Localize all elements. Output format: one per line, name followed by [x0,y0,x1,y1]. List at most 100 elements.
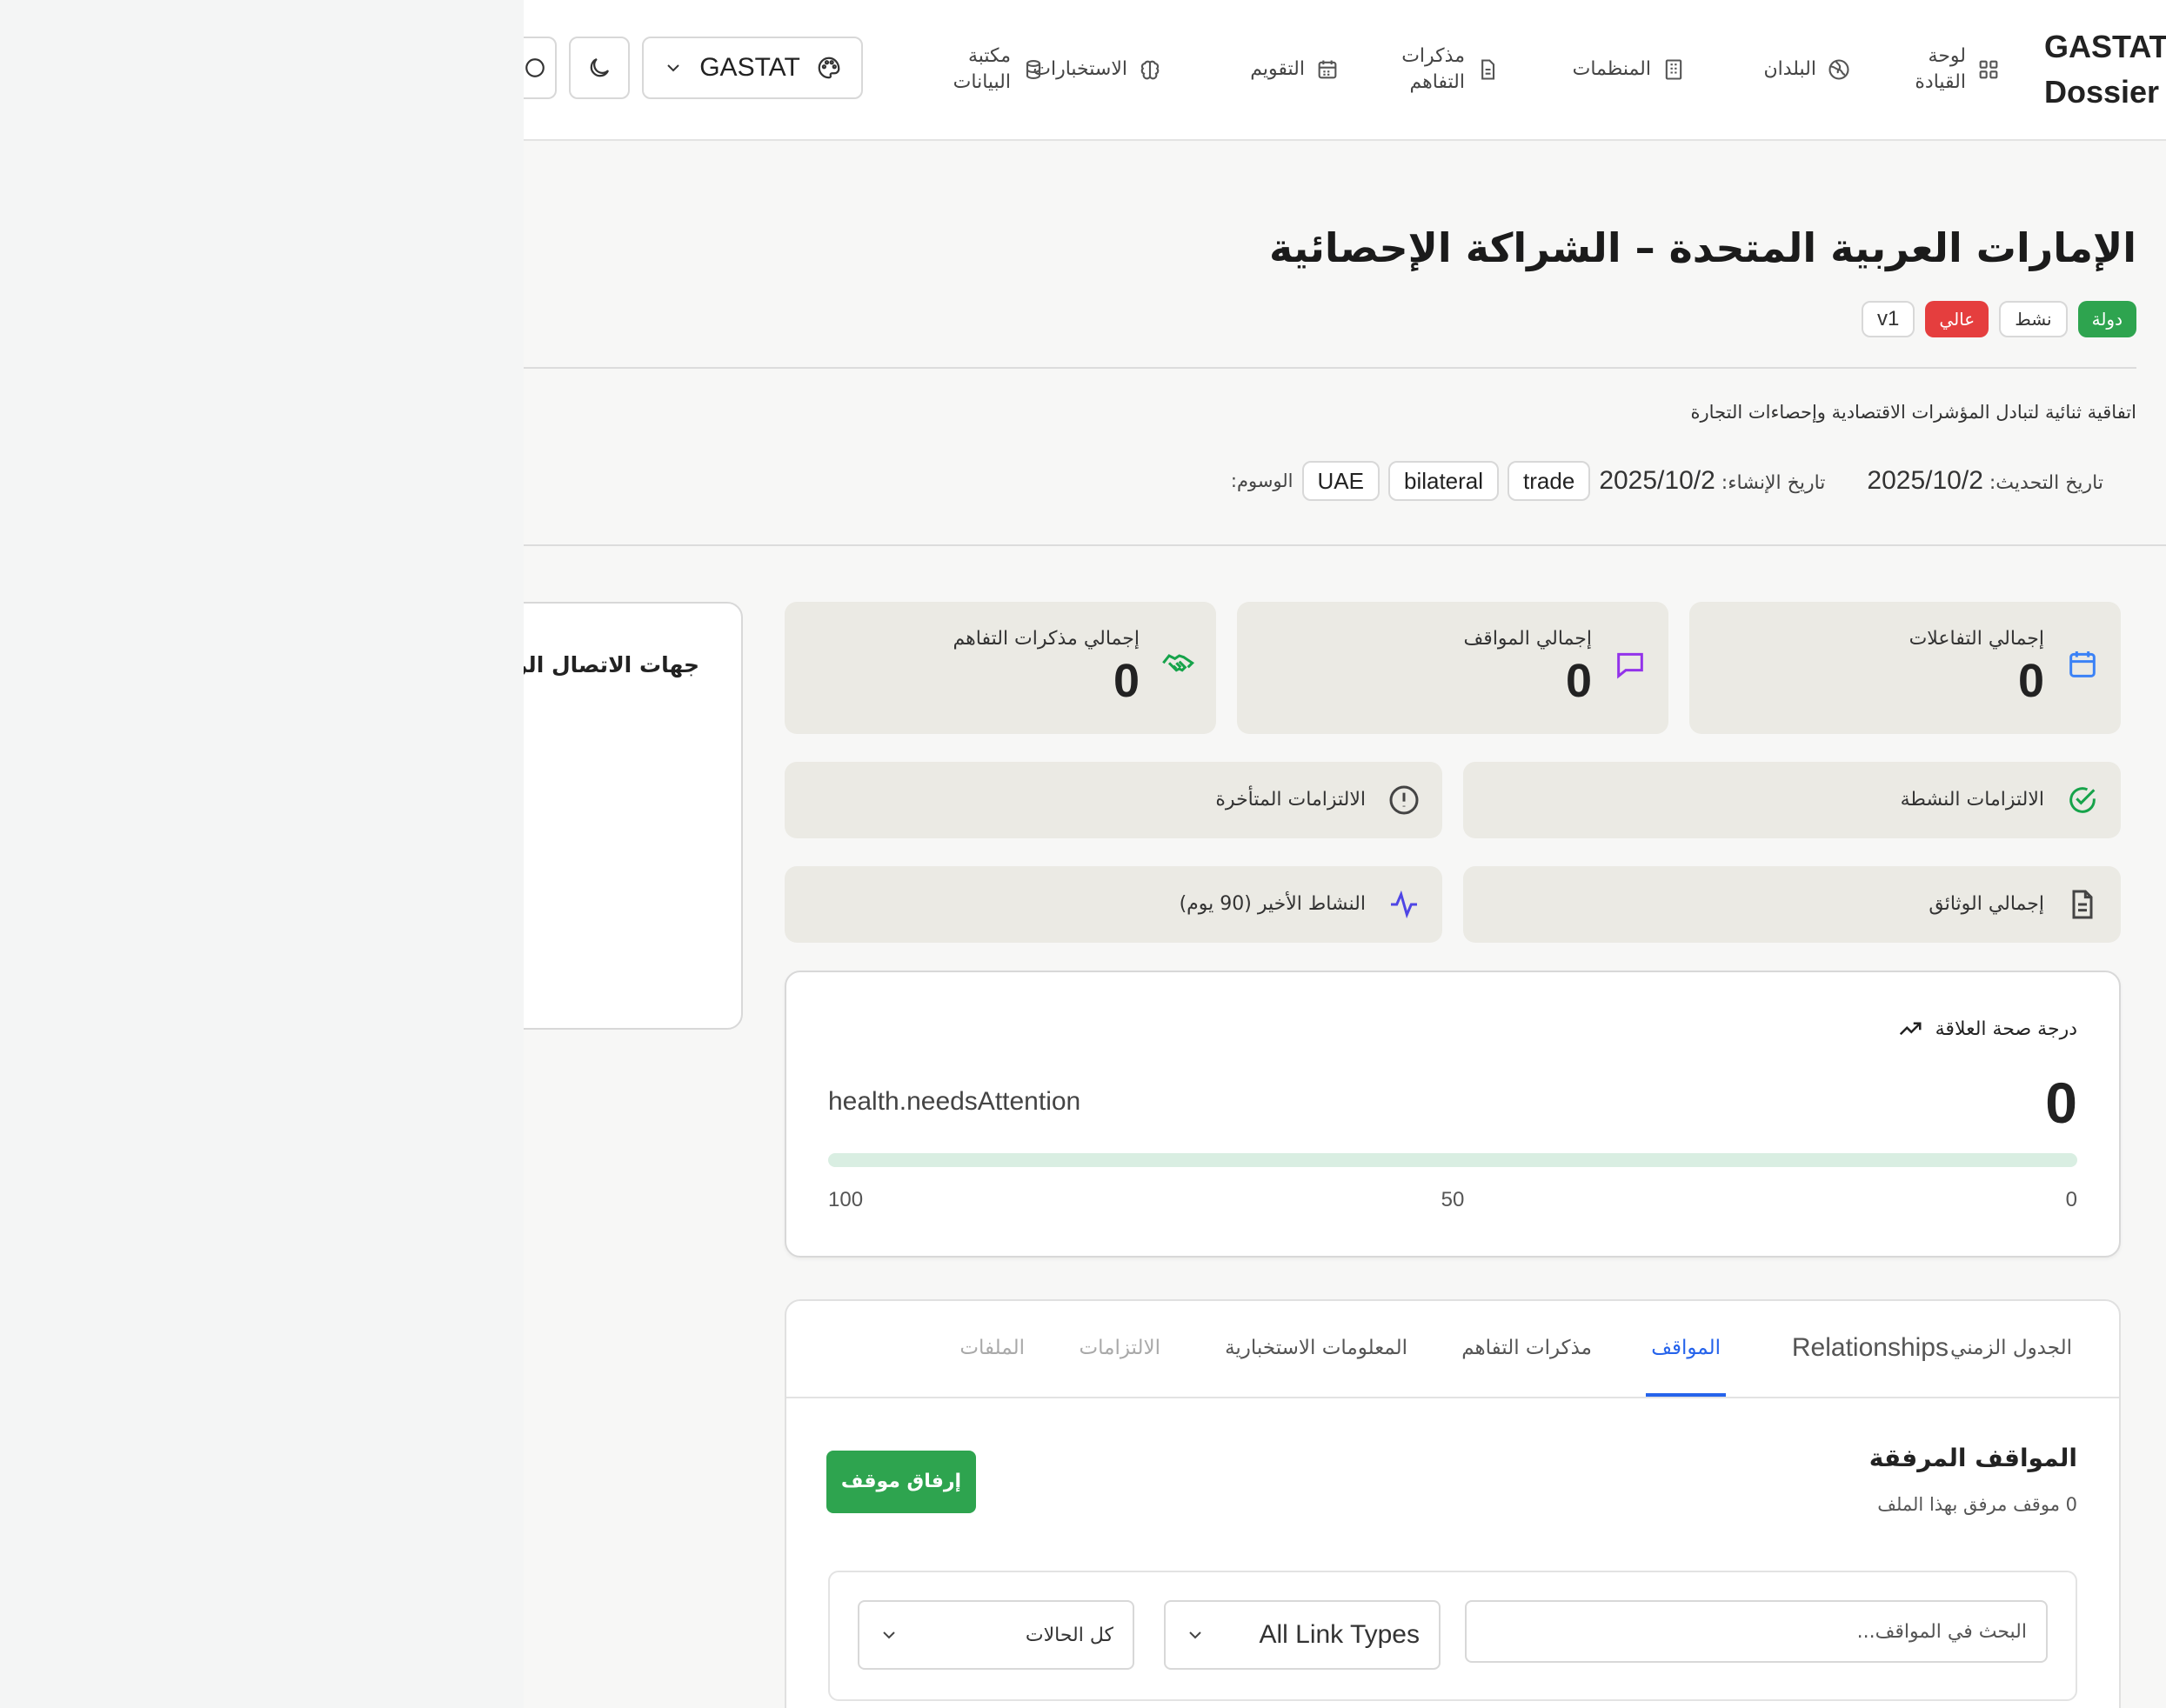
stat-value: 0 [1565,655,1592,707]
filters-panel: All Link Types كل الحالات [828,1571,2077,1701]
chevron-down-icon [883,1631,895,1639]
tags-label: الوسوم: [1230,470,1294,491]
tab-positions[interactable]: المواقف [1646,1301,1726,1397]
nav-label: التقويم [1250,58,1305,80]
file-text-icon [2072,890,2093,919]
priority-badge: عالي [1925,301,1989,337]
dark-mode-toggle[interactable] [569,37,630,99]
tag-chip: UAE [1301,461,1380,501]
palette-icon [818,57,840,79]
stat-card-interactions: إجمالي التفاعلات 0 [1689,602,2121,734]
status-badge: نشط [1999,301,2068,337]
calendar-icon [1318,60,1337,79]
status-select[interactable]: كل الحالات [858,1600,1134,1670]
metadata-row: الوسوم: UAE bilateral trade تاريخ الإنشا… [1231,461,2136,501]
stat-label: الالتزامات المتأخرة [1215,789,1366,811]
updated-label: تاريخ التحديث: [1989,472,2103,494]
chevron-down-icon [667,64,679,72]
theme-select-value: GASTAT [699,53,800,82]
contacts-title: جهات الاتصال الرئيسية [524,652,699,677]
tab-relationships[interactable]: Relationships [1792,1301,1949,1397]
left-gutter [0,0,524,1708]
activity-icon [1391,890,1417,919]
tab-commitments[interactable]: الالتزامات [1079,1301,1160,1397]
stat-card-active-commitments: الالتزامات النشطة [1463,762,2121,838]
database-icon [1026,60,1041,79]
health-title-text: درجة صحة العلاقة [1935,1017,2077,1040]
section-subtitle: 0 موقف مرفق بهذا الملف [1877,1494,2077,1515]
nav-countries[interactable]: البلدان [1763,33,1851,106]
nav-label: مكتبة البيانات [953,45,1011,93]
nav-label: المنظمات [1572,58,1651,80]
scale-min: 0 [2065,1188,2077,1211]
tag-chip: bilateral [1387,461,1500,501]
nav-label: مذكرات التفاهم [1401,45,1465,93]
nav-label: الاستخبارات [1033,58,1127,80]
language-toggle[interactable] [524,37,557,99]
brain-icon [1140,60,1160,80]
tag-chip: trade [1508,461,1591,501]
positions-search[interactable] [1465,1600,2048,1663]
building-icon [1665,59,1682,80]
nav-calendar[interactable]: التقويم [1250,33,1340,106]
top-navbar: GASTAT Dossier لوحة القيادة البلدان المن… [524,0,2166,141]
globe-icon [525,58,545,77]
attach-position-button[interactable]: إرفاق موقف [826,1451,976,1513]
health-title: درجة صحة العلاقة [1897,1016,2077,1042]
section-title: المواقف المرفقة [1869,1444,2077,1472]
created-label: تاريخ الإنشاء: [1721,472,1826,494]
health-progress-bar [828,1153,2077,1167]
tab-mous[interactable]: مذكرات التفاهم [1461,1301,1592,1397]
search-input[interactable] [1467,1602,2046,1661]
theme-select[interactable]: GASTAT [642,37,863,99]
brand-title[interactable]: GASTAT Dossier [2044,24,2166,115]
file-icon [1481,59,1495,80]
badges-row: دولة نشط عالي v1 [1862,301,2136,337]
tab-files[interactable]: الملفات [959,1301,1025,1397]
stat-label: إجمالي مذكرات التفاهم [953,628,1140,650]
nav-label: لوحة القيادة [1915,45,1966,93]
scale-mid: 50 [1441,1188,1465,1211]
dossier-description: اتفاقية ثنائية لتبادل المؤشرات الاقتصادي… [1690,402,2136,423]
health-score: 0 [2045,1071,2077,1135]
type-badge: دولة [2077,301,2136,337]
stat-value: 0 [2017,655,2044,707]
nav-dashboard[interactable]: لوحة القيادة [1905,33,2001,106]
stat-card-overdue-commitments: الالتزامات المتأخرة [785,762,1442,838]
alert-circle-icon [1389,785,1419,815]
stat-label: إجمالي المواقف [1463,628,1592,650]
health-scale: 0 50 100 [828,1188,2077,1214]
globe-icon [1828,59,1849,80]
handshake-icon [1162,654,1195,672]
nav-mous[interactable]: مذكرات التفاهم [1395,33,1500,106]
scale-max: 100 [828,1188,864,1211]
calendar-icon [2069,651,2096,677]
stat-card-mous: إجمالي مذكرات التفاهم 0 [785,602,1216,734]
created-date: تاريخ الإنشاء: 2025/10/2 [1599,466,1825,496]
divider [524,544,2166,546]
tab-timeline[interactable]: الجدول الزمني [1950,1301,2072,1397]
status-value: كل الحالات [1025,1624,1113,1646]
stat-label: الالتزامات النشطة [1900,789,2044,811]
dossier-tabs-card: الجدول الزمني Relationships المواقف مذكر… [785,1299,2121,1708]
link-type-select[interactable]: All Link Types [1164,1600,1441,1670]
stat-value: 0 [1113,655,1140,707]
updated-date: تاريخ التحديث: 2025/10/2 [1867,466,2103,496]
tab-intelligence[interactable]: المعلومات الاستخبارية [1225,1301,1407,1397]
check-circle-icon [2069,787,2096,813]
created-value: 2025/10/2 [1599,466,1715,495]
tab-bar: الجدول الزمني Relationships المواقف مذكر… [786,1301,2119,1398]
version-badge: v1 [1862,301,1915,337]
app-main: GASTAT Dossier لوحة القيادة البلدان المن… [524,0,2166,1708]
updated-value: 2025/10/2 [1867,466,1983,495]
nav-intelligence[interactable]: الاستخبارات [1033,33,1162,106]
dashboard-grid-icon [1979,60,1998,79]
stat-label: إجمالي الوثائق [1929,893,2044,915]
nav-organizations[interactable]: المنظمات [1573,33,1686,106]
nav-data-library[interactable]: مكتبة البيانات [941,33,1046,106]
health-status: health.needsAttention [828,1087,1081,1116]
relationship-health-card: درجة صحة العلاقة 0 health.needsAttention… [785,971,2121,1258]
link-type-value: All Link Types [1259,1620,1420,1649]
nav-label: البلدان [1763,58,1816,80]
stat-card-documents: إجمالي الوثائق [1463,866,2121,943]
